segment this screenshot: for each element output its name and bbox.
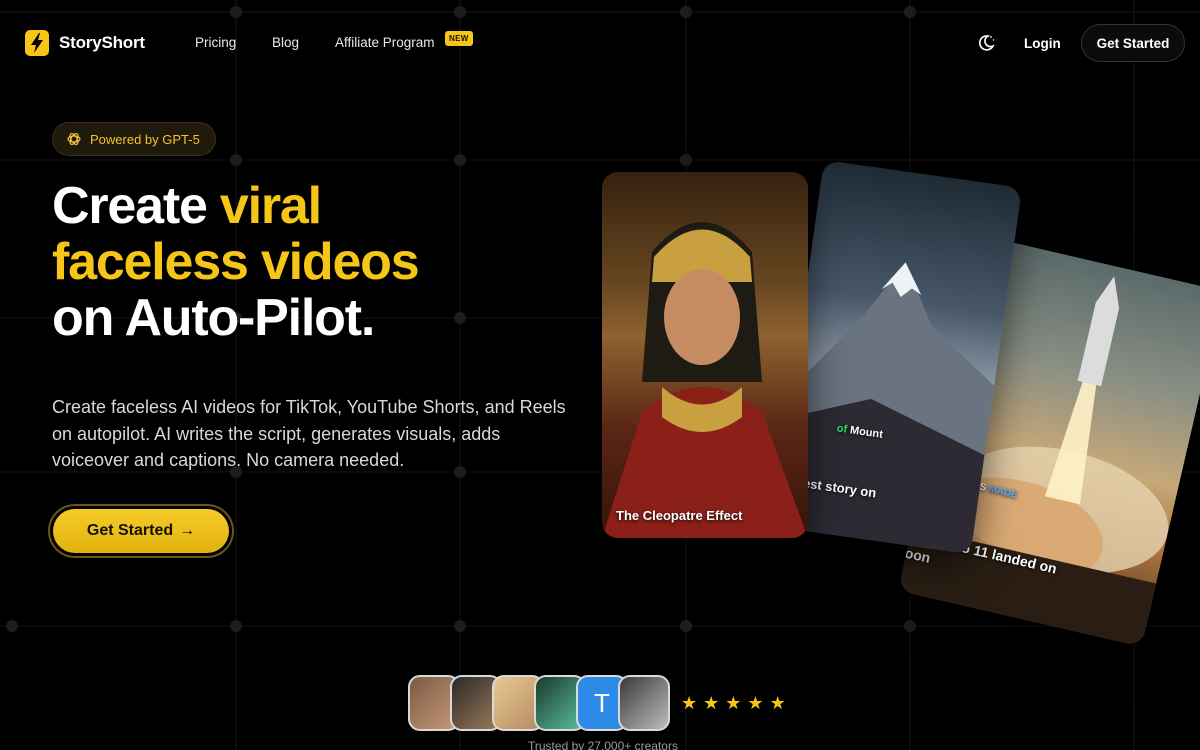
avatar-letter: T (594, 687, 610, 718)
star-icon: ★ (681, 693, 698, 713)
star-icon: ★ (769, 693, 786, 713)
nav-pricing[interactable]: Pricing (195, 35, 236, 50)
rating-stars: ★ ★ ★ ★ ★ (681, 693, 786, 713)
headline-part-1: Create (52, 177, 220, 235)
arrow-right-icon: → (179, 522, 196, 539)
nav-blog[interactable]: Blog (272, 35, 299, 50)
headline-part-3: on Auto-Pilot. (52, 289, 375, 347)
avatar (618, 675, 670, 731)
top-navigation: StoryShort Pricing Blog Affiliate Progra… (0, 0, 1200, 86)
hero-subtitle: Create faceless AI videos for TikTok, Yo… (52, 397, 566, 470)
login-link[interactable]: Login (1024, 36, 1061, 51)
hero-cta-label: Get Started (86, 522, 174, 539)
video-card-cleopatra[interactable]: The Cleopatre Effect (602, 172, 808, 538)
cleopatra-illustration (602, 172, 808, 538)
powered-by-pill: Powered by GPT-5 (52, 122, 216, 156)
nav-affiliate-program[interactable]: Affiliate Program (335, 35, 435, 50)
bolt-logo-icon (25, 30, 49, 56)
headline-accent-2: faceless videos (52, 233, 420, 291)
star-icon: ★ (703, 693, 720, 713)
headline-accent-1: viral (219, 177, 322, 235)
moon-icon[interactable] (976, 33, 996, 53)
star-icon: ★ (725, 693, 742, 713)
brand[interactable]: StoryShort (24, 29, 145, 57)
openai-icon (67, 132, 81, 146)
hero-get-started-button[interactable]: Get Started → (48, 504, 234, 558)
brand-name: StoryShort (59, 33, 145, 52)
new-badge: NEW (445, 31, 473, 46)
star-icon: ★ (747, 693, 764, 713)
hero-headline: Create viral faceless videos on Auto-Pil… (52, 177, 420, 347)
card-title-cleopatra: The Cleopatre Effect (616, 508, 743, 523)
trusted-by-text: Trusted by 27,000+ creators (528, 739, 678, 750)
nav-get-started-button[interactable]: Get Started (1081, 24, 1185, 62)
powered-by-label: Powered by GPT-5 (90, 131, 200, 147)
